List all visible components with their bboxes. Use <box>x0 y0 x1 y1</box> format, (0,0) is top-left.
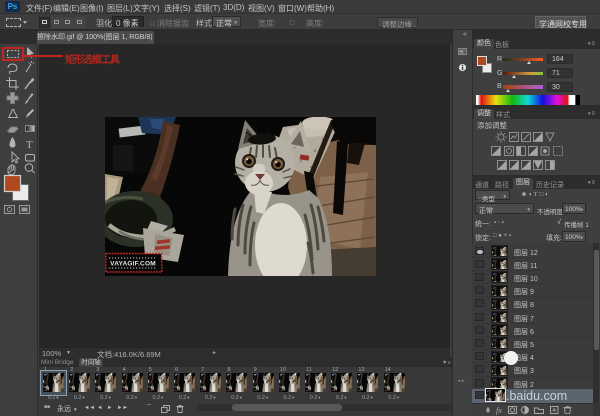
svg-text:fx: fx <box>496 406 502 415</box>
svg-text:T: T <box>26 139 33 151</box>
